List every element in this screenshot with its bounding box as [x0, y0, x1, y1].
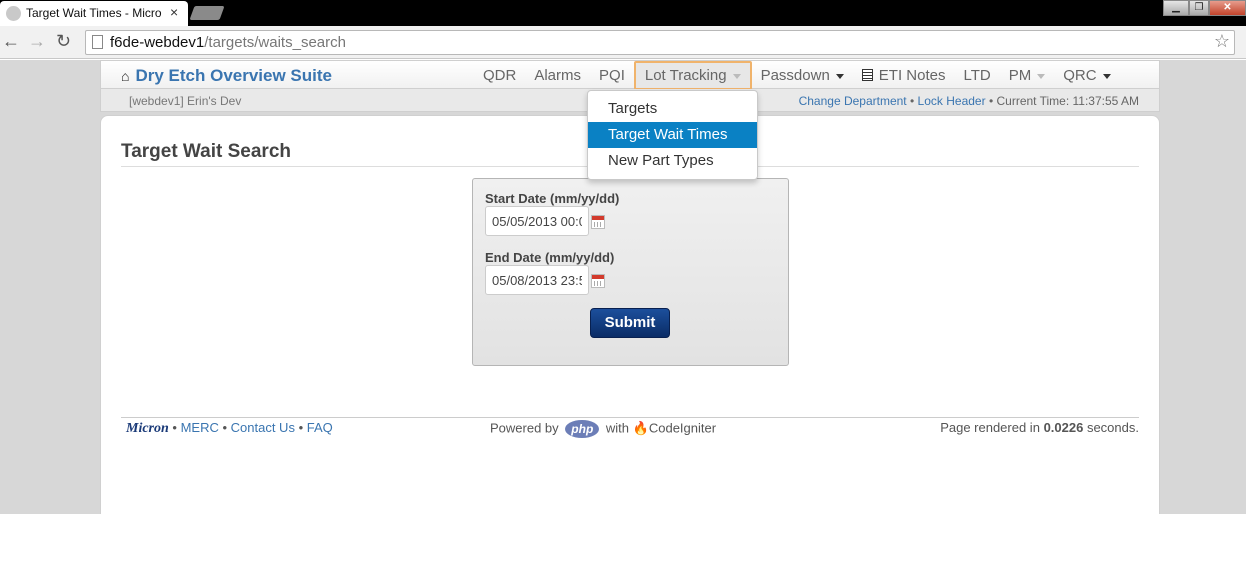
environment-label: [webdev1] Erin's Dev — [129, 94, 242, 108]
nav-item-passdown[interactable]: Passdown — [752, 61, 853, 90]
render-time-value: 0.0226 — [1043, 420, 1084, 435]
nav-item-label: QRC — [1063, 67, 1097, 84]
browser-titlebar: Target Wait Times - Micro × ▁ ❐ ✕ — [0, 0, 1246, 26]
back-icon[interactable]: ← — [2, 31, 20, 52]
bookmark-star-icon[interactable]: ☆ — [1214, 31, 1230, 52]
search-form: Start Date (mm/yy/dd) End Date (mm/yy/dd… — [472, 178, 789, 366]
window-controls: ▁ ❐ ✕ — [1163, 0, 1246, 17]
nav-item-pqi[interactable]: PQI — [590, 61, 634, 90]
tab-title: Target Wait Times - Micro — [26, 6, 162, 20]
blank-area — [0, 514, 1246, 565]
end-date-input[interactable] — [485, 265, 589, 295]
calendar-icon[interactable] — [591, 215, 605, 229]
caret-down-icon — [835, 73, 844, 79]
powered-by-label: Powered by — [490, 420, 559, 436]
nav-item-qdr[interactable]: QDR — [474, 61, 525, 90]
caret-down-icon — [1037, 73, 1046, 79]
nav-item-label: Lot Tracking — [644, 67, 727, 84]
page-icon — [92, 35, 103, 49]
nav-item-qrc[interactable]: QRC — [1054, 61, 1119, 90]
micron-logo[interactable]: Micron — [126, 421, 169, 436]
caret-down-icon — [732, 73, 741, 79]
footer-links: Micron • MERC • Contact Us • FAQ — [126, 420, 333, 436]
lock-header-link[interactable]: Lock Header — [918, 94, 986, 108]
home-icon: ⌂ — [121, 68, 130, 84]
brand-link[interactable]: ⌂ Dry Etch Overview Suite — [121, 66, 332, 86]
page-title: Target Wait Search — [121, 141, 291, 162]
nav-menu: QDR Alarms PQI Lot Tracking Passdown ETI… — [474, 61, 1120, 90]
powered-by: Powered by php with 🔥CodeIgniter — [490, 420, 716, 438]
current-time: Current Time: 11:37:55 AM — [996, 94, 1139, 108]
url-text: f6de-webdev1/targets/waits_search — [110, 34, 346, 51]
separator: • — [988, 94, 994, 108]
separator: • — [910, 94, 915, 108]
top-navbar: ⌂ Dry Etch Overview Suite QDR Alarms PQI … — [100, 60, 1160, 90]
submit-button[interactable]: Submit — [590, 308, 670, 338]
merc-link[interactable]: MERC — [181, 420, 219, 435]
change-department-link[interactable]: Change Department — [799, 94, 907, 108]
with-label: with — [605, 420, 630, 436]
tab-close-icon[interactable]: × — [170, 4, 178, 20]
dropdown-item-targets[interactable]: Targets — [588, 96, 757, 122]
nav-item-ltd[interactable]: LTD — [954, 61, 999, 90]
reload-icon[interactable]: ↻ — [56, 31, 71, 52]
maximize-button[interactable]: ❐ — [1189, 0, 1209, 16]
php-logo: php — [565, 420, 600, 438]
address-bar[interactable]: f6de-webdev1/targets/waits_search ☆ — [85, 30, 1235, 55]
nav-item-label: Passdown — [760, 67, 830, 84]
browser-tab[interactable]: Target Wait Times - Micro × — [0, 1, 188, 26]
caret-down-icon — [1102, 73, 1111, 79]
brand-title: Dry Etch Overview Suite — [135, 66, 332, 85]
browser-toolbar: ← → ↻ f6de-webdev1/targets/waits_search … — [0, 26, 1246, 59]
favicon-icon — [6, 6, 21, 21]
nav-item-label: ETI Notes — [878, 67, 946, 84]
new-tab-button[interactable] — [189, 6, 225, 20]
notes-icon — [861, 69, 873, 81]
start-date-input[interactable] — [485, 206, 589, 236]
faq-link[interactable]: FAQ — [307, 420, 333, 435]
close-window-button[interactable]: ✕ — [1209, 0, 1246, 16]
footer-divider — [121, 417, 1139, 418]
nav-item-lot-tracking[interactable]: Lot Tracking — [633, 61, 752, 90]
end-date-label: End Date (mm/yy/dd) — [485, 250, 615, 265]
nav-item-alarms[interactable]: Alarms — [525, 61, 590, 90]
contact-us-link[interactable]: Contact Us — [231, 420, 295, 435]
forward-icon[interactable]: → — [28, 31, 46, 52]
render-time: Page rendered in 0.0226 seconds. — [940, 420, 1139, 435]
lot-tracking-dropdown: Targets Target Wait Times New Part Types — [587, 90, 758, 180]
codeigniter-label: CodeIgniter — [648, 420, 717, 436]
codeigniter-flame-icon: 🔥 — [632, 420, 649, 436]
sub-header-links: Change Department • Lock Header • Curren… — [799, 94, 1139, 108]
dropdown-item-new-part-types[interactable]: New Part Types — [588, 148, 757, 174]
calendar-icon[interactable] — [591, 274, 605, 288]
dropdown-item-target-wait-times[interactable]: Target Wait Times — [588, 122, 757, 148]
minimize-button[interactable]: ▁ — [1163, 0, 1189, 16]
nav-item-label: PM — [1008, 67, 1032, 84]
nav-item-pm[interactable]: PM — [1000, 61, 1055, 90]
start-date-label: Start Date (mm/yy/dd) — [485, 191, 620, 206]
nav-item-eti-notes[interactable]: ETI Notes — [853, 61, 955, 90]
